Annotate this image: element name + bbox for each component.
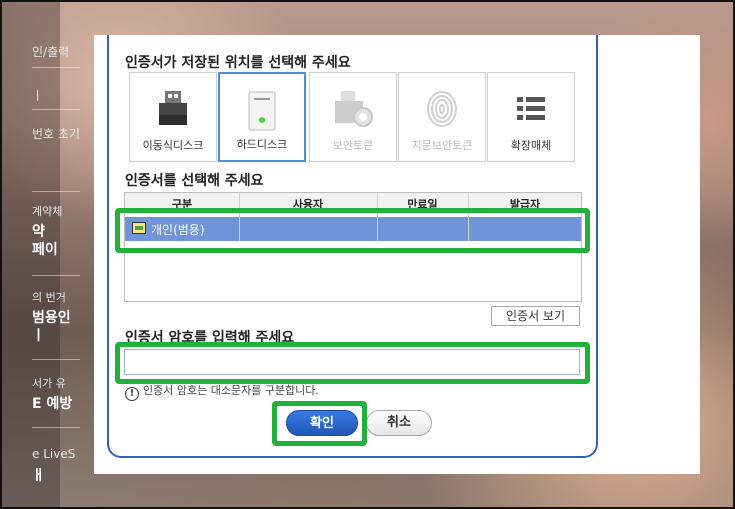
storage-location-title: 인증서가 저장된 위치를 선택해 주세요 (125, 55, 351, 71)
cancel-button[interactable]: 취소 (366, 410, 432, 436)
storage-fingerprint-token[interactable]: 지문보안토큰 (398, 72, 486, 162)
divider (32, 67, 80, 68)
list-icon (513, 89, 549, 133)
storage-label: 확장매체 (510, 139, 552, 152)
divider (32, 109, 80, 110)
sidebar-item[interactable]: 약 (32, 221, 80, 241)
left-sidebar: 인/출력 ㅣ 번호 초기 계약체 약 페이 의 번거 범용인 ㅣ 서가 유 E … (32, 35, 80, 505)
storage-label: 지문보안토큰 (411, 139, 473, 152)
storage-label: 이동식디스크 (142, 139, 204, 152)
sidebar-item[interactable]: E 예방 (32, 393, 80, 413)
password-note: ! 인증서 암호는 대소문자를 구분합니다. (125, 382, 319, 401)
storage-label: 보안토큰 (332, 139, 374, 152)
password-note-text: 인증서 암호는 대소문자를 구분합니다. (143, 384, 319, 397)
sidebar-item[interactable]: ㅐ (32, 465, 80, 485)
storage-hard-disk[interactable]: 하드디스크 (218, 72, 306, 162)
highlight-password-field (115, 342, 590, 384)
sidebar-item[interactable]: 계약체 (32, 203, 80, 219)
sidebar-item[interactable]: 서가 유 (32, 375, 80, 391)
storage-extended-media[interactable]: 확장매체 (487, 72, 575, 162)
divider (32, 427, 80, 428)
sidebar-item[interactable]: 번호 초기 (32, 125, 80, 142)
certificate-select-title: 인증서를 선택해 주세요 (125, 173, 264, 189)
storage-removable-disk[interactable]: 이동식디스크 (129, 72, 217, 162)
sidebar-item[interactable]: e LiveS (32, 447, 80, 461)
info-icon: ! (125, 387, 139, 401)
security-token-icon (331, 89, 375, 133)
divider (32, 275, 80, 276)
sidebar-item[interactable]: 페이 (32, 239, 80, 259)
sidebar-item[interactable]: 의 번거 (32, 289, 80, 305)
sidebar-item[interactable]: 인/출력 (32, 43, 80, 60)
view-certificate-button[interactable]: 인증서 보기 (491, 306, 580, 326)
highlight-confirm-button (272, 401, 367, 446)
highlight-certificate-row (115, 208, 590, 253)
divider (32, 191, 80, 192)
hard-disk-icon (247, 90, 277, 136)
divider (32, 359, 80, 360)
sidebar-item[interactable]: ㅣ (32, 87, 80, 104)
fingerprint-icon (424, 89, 460, 133)
sidebar-item[interactable]: 범용인 (32, 307, 80, 327)
usb-drive-icon (155, 89, 191, 133)
sidebar-item[interactable]: ㅣ (32, 325, 80, 345)
storage-security-token[interactable]: 보안토큰 (309, 72, 397, 162)
storage-label: 하드디스크 (236, 138, 288, 151)
